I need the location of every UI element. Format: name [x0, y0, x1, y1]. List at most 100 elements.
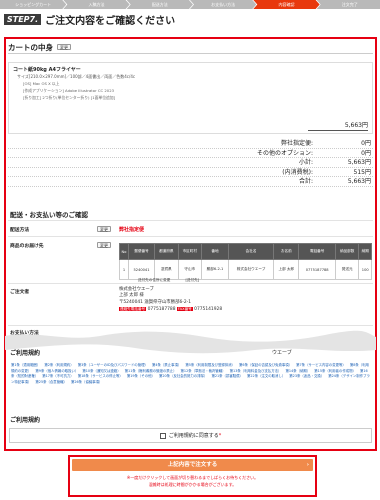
agree-row[interactable]: ご利用規約に同意する *: [9, 428, 372, 443]
terms-link[interactable]: 第6条（保証の否認及び免責事項）: [239, 363, 292, 367]
destination-edit-button[interactable]: 変更: [97, 242, 111, 248]
terms-link[interactable]: 第1条（適用範囲）: [11, 363, 40, 367]
terms-link[interactable]: 第3条（ユーザーのID及びパスワードの管理）: [78, 363, 148, 367]
step-payment: お支払い方法: [190, 0, 256, 9]
step-cart: ショッピングカート: [0, 0, 66, 9]
table-note-text: [送付先]: [185, 278, 200, 282]
agree-checkbox[interactable]: [159, 432, 166, 439]
cart-item: コート紙90kg A4フライヤー サイズ[210.0×297.0mm]／100部…: [8, 62, 373, 134]
rules-heading: ご利用規約: [10, 417, 41, 424]
total-row: 弊社指定便: 0円: [8, 139, 373, 149]
table-cell: 守山市: [177, 259, 203, 280]
divider: [8, 220, 373, 221]
agree-label: ご利用規約に同意する: [168, 433, 219, 439]
terms-link[interactable]: 第4条（禁止事項）: [152, 363, 181, 367]
shipping-edit-button[interactable]: 変更: [97, 226, 111, 232]
submit-order-button[interactable]: 上記内容で注文する ›: [72, 459, 313, 471]
terms-link[interactable]: 第13条（利用料金及び支払方法）: [230, 369, 282, 373]
orderer-label: ご注文者: [10, 290, 30, 295]
cart-heading: カートの中身: [8, 42, 53, 52]
total-row: 小計: 5,663円: [8, 158, 373, 168]
terms-link[interactable]: 第20条（反社会的勢力の排除）: [159, 374, 207, 378]
step-badge: STEP7.: [4, 13, 42, 25]
terms-link[interactable]: 第18条（サービスの停止等）: [78, 374, 123, 378]
item-name: コート紙90kg A4フライヤー: [13, 67, 81, 73]
terms-link[interactable]: 第11条（権利義務の譲渡の禁止）: [125, 369, 177, 373]
required-mark: *: [218, 432, 222, 439]
divider: [8, 325, 373, 326]
table-cell: 0775187788: [298, 259, 336, 280]
orderer-info: 株式会社ウエーブ 上部 太郎 様 〒5240041 滋賀県守山市勝部6-2-1 …: [119, 287, 222, 314]
page-title: STEP7. ご注文内容をご確認ください: [4, 12, 176, 27]
terms-link[interactable]: 第17条（不可抗力）: [42, 374, 73, 378]
item-option: [折り加工] 2つ折り(単位センター折り) [1面単位追加]: [23, 95, 116, 100]
terms-link[interactable]: 第26条（協議事項）: [71, 380, 102, 384]
shipping-method-value: 弊社指定便: [119, 227, 145, 233]
page-title-text: ご注文内容をご確認ください: [45, 15, 176, 27]
table-cell: 滋賀県: [154, 259, 179, 280]
destination-label: 商品のお届け先: [10, 244, 44, 249]
item-spec: サイズ[210.0×297.0mm]／100部／4面書出／両面／色数4c/4c: [17, 74, 136, 79]
terms-link[interactable]: 第12条（準拠法・裁判管轄）: [181, 369, 226, 373]
total-label: 弊社指定便:: [280, 140, 313, 147]
step-upload: 入稿方法: [63, 0, 129, 9]
table-cell: 上部 太郎: [273, 259, 300, 280]
col-header: 都道府県: [154, 243, 179, 260]
orderer-tel: 0775187788: [147, 307, 176, 313]
step-confirm: 内容確認: [253, 0, 319, 9]
totals-table: 弊社指定便: 0円 その他のオプション: 0円 小計: 5,663円 (内消費税): 5…: [8, 139, 373, 187]
step-shipping: 配送方法: [127, 0, 193, 9]
table-cell: 100: [358, 259, 372, 280]
cart-header: カートの中身 変更: [8, 41, 373, 54]
cart-edit-button[interactable]: 変更: [57, 44, 71, 50]
terms-link[interactable]: 第23条（返品・交換）: [289, 374, 324, 378]
delivery-heading: 配送・お支払い等のご確認: [10, 211, 88, 219]
item-option: [OS] Mac OS X 以上: [23, 81, 60, 86]
table-note-text: 送付先の住所に変更: [138, 278, 171, 282]
total-row: その他のオプション: 0円: [8, 149, 373, 158]
total-label: 合計:: [298, 178, 313, 185]
col-header: お名前: [273, 243, 300, 260]
terms-link[interactable]: 第5条（利用制限及び登録抹消）: [185, 363, 235, 367]
torn-edge-graphic: [5, 330, 376, 354]
table-cell: 勝部6-2-1: [201, 259, 229, 280]
total-value: 0円: [361, 140, 371, 147]
total-value: 515円: [353, 168, 371, 176]
table-cell: 5240041: [127, 259, 156, 280]
terms-link[interactable]: 第7条（サービス内容の変更等）: [296, 363, 346, 367]
col-header: 市区町村: [177, 243, 203, 260]
orderer-fax: 0775141928: [194, 307, 223, 313]
terms-link[interactable]: 第15条（利用者の作成物）: [314, 369, 356, 373]
terms-company: ウエーブ: [272, 350, 292, 356]
terms-links: 第1条（適用範囲） 第2条（利用規約） 第3条（ユーザーのID及びパスワードの管…: [8, 361, 373, 417]
chevron-right-icon: ›: [306, 462, 309, 468]
total-value: 0円: [361, 149, 371, 157]
fax-tag: FAX番号: [176, 307, 193, 312]
destination-table: No 郵便番号 都道府県 市区町村 番地 会社名 お名前 電話番号 納品部数 納…: [119, 243, 372, 280]
col-header: 会社名: [227, 243, 275, 260]
progress-steps: ショッピングカート 入稿方法 配送方法 お支払い方法 内容確認 注文完了: [0, 0, 380, 9]
col-header: 郵便番号: [127, 243, 156, 260]
table-header-row: No 郵便番号 都道府県 市区町村 番地 会社名 お名前 電話番号 納品部数 納…: [119, 243, 372, 260]
terms-link[interactable]: 第9条（個人情報の取扱い）: [35, 369, 78, 373]
col-header: 納期: [358, 243, 372, 260]
item-price: 5,663円: [308, 120, 368, 131]
order-note: 混雑時は処理に時間がかかる場合がございます。: [148, 482, 237, 487]
col-header: 電話番号: [298, 243, 336, 260]
terms-link[interactable]: 第19条（その他）: [127, 374, 155, 378]
total-label: (内消費税):: [282, 168, 313, 176]
orderer-contact: 連絡先電話番号 0775187788 FAX番号 0775141928: [119, 306, 222, 313]
total-label: その他のオプション:: [256, 149, 313, 157]
item-option: [作成アプリケーション] Adobe Illustrator CC 2023: [23, 88, 115, 93]
terms-link[interactable]: 第10条（通知又は連絡）: [82, 369, 120, 373]
total-label: 小計:: [298, 159, 313, 166]
terms-link[interactable]: 第21条（損害賠償）: [211, 374, 242, 378]
submit-order-label: 上記内容で注文する: [167, 462, 218, 468]
terms-link[interactable]: 第2条（利用規約）: [44, 363, 73, 367]
terms-link[interactable]: 第25条（合意管轄）: [35, 380, 66, 384]
table-cell: 1: [119, 259, 129, 280]
step-complete: 注文完了: [316, 0, 380, 9]
terms-link[interactable]: 第14条（納期）: [286, 369, 311, 373]
terms-link[interactable]: 第22条（注文の取消し）: [247, 374, 285, 378]
terms-heading: ご利用規約: [10, 350, 41, 357]
